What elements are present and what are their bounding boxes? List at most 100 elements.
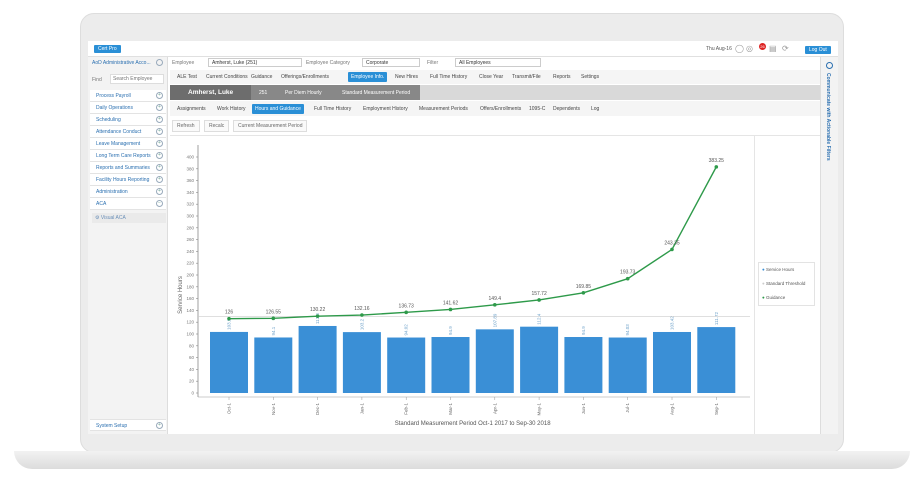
sidebar-item-system-setup[interactable]: System Setup + [90, 419, 166, 431]
bar-value-label: 94.9 [448, 326, 453, 335]
legend-label: Service Hours [765, 267, 795, 272]
find-label: Find [92, 77, 102, 83]
sidebar: AoD Administrative Acco... Find Process … [88, 57, 168, 434]
subtab-dependents[interactable]: Dependents [550, 104, 583, 114]
employee-category-select[interactable]: Corporate [362, 58, 420, 67]
x-tick-label: Apr-1 [492, 403, 497, 415]
tab-guidance[interactable]: Guidance [248, 72, 275, 82]
guidance-value-label: 383.25 [709, 158, 725, 164]
tab-ale-test[interactable]: ALE Test [174, 72, 200, 82]
subtab-full-time-history[interactable]: Full Time History [311, 104, 354, 114]
y-tick-label: 340 [186, 190, 194, 195]
cert-pro-button[interactable]: Cert Pro [94, 45, 121, 53]
user-icon[interactable]: ◯ [735, 44, 744, 53]
sidebar-item-scheduling[interactable]: Scheduling + [90, 114, 166, 126]
sidebar-subitem-visual-aca[interactable]: ⚙ Visual ACA [92, 213, 166, 223]
expand-icon[interactable]: + [156, 116, 163, 123]
employee-name: Amherst, Luke [170, 85, 251, 100]
subtab-employment-history[interactable]: Employment History [360, 104, 411, 114]
tab-offerings-enrollments[interactable]: Offerings/Enrollments [278, 72, 332, 82]
expand-icon[interactable]: + [156, 92, 163, 99]
expand-icon[interactable]: + [156, 188, 163, 195]
bar-Sep-1 [697, 327, 736, 393]
refresh-button[interactable]: Refresh [172, 120, 200, 132]
guidance-point [670, 247, 674, 252]
subtab-1095c[interactable]: 1095-C [526, 104, 548, 114]
bar-Nov-1 [254, 337, 293, 393]
legend-item-standard-threshold[interactable]: ● Standard Threshold [762, 281, 805, 286]
employee-type: Per Diem Hourly [285, 90, 322, 96]
subtab-offers-enrollments[interactable]: Offers/Enrollments [477, 104, 524, 114]
guidance-point [404, 310, 408, 315]
expand-icon[interactable]: + [156, 140, 163, 147]
subtab-work-history[interactable]: Work History [214, 104, 249, 114]
sidebar-item-process-payroll[interactable]: Process Payroll + [90, 90, 166, 102]
tab-employee-info[interactable]: Employee Info. [348, 72, 388, 82]
subtab-hours-and-guidance[interactable]: Hours and Guidance [252, 104, 304, 114]
guidance-value-label: 136.73 [399, 303, 415, 309]
account-settings-icon[interactable] [156, 59, 163, 66]
guidance-point [448, 307, 453, 312]
y-tick-label: 100 [186, 332, 194, 337]
search-employee-input[interactable] [110, 74, 164, 84]
notification-badge[interactable]: 26 [759, 43, 766, 50]
x-tick-label: May-1 [537, 403, 542, 416]
bar-Feb-1 [387, 337, 426, 393]
current-measurement-period-button[interactable]: Current Measurement Period [233, 120, 308, 132]
sidebar-item-label: Long Term Care Reports [96, 153, 151, 159]
app-screen: Cert Pro Thu Aug-16 ◯ ◎ 26 ▤ ⟳ Log Out A… [88, 41, 838, 434]
tab-close-year[interactable]: Close Year [476, 72, 506, 82]
sidebar-item-leave-management[interactable]: Leave Management + [90, 138, 166, 150]
tab-settings[interactable]: Settings [578, 72, 602, 82]
expand-icon[interactable]: + [156, 164, 163, 171]
y-tick-label: 300 [186, 214, 194, 219]
logout-button[interactable]: Log Out [805, 46, 831, 54]
employee-category-label: Employee Category [306, 60, 350, 66]
collapse-icon[interactable]: − [156, 200, 163, 207]
bar-Jun-1 [564, 337, 603, 393]
tab-full-time-history[interactable]: Full Time History [427, 72, 470, 82]
subtab-assignments[interactable]: Assignments [174, 104, 209, 114]
bar-May-1 [520, 326, 559, 393]
sidebar-item-attendance-conduct[interactable]: Attendance Conduct + [90, 126, 166, 138]
tab-new-hires[interactable]: New Hires [392, 72, 421, 82]
legend-item-service-hours[interactable]: ● Service Hours [762, 267, 794, 272]
tab-transmit-file[interactable]: Transmit/File [509, 72, 544, 82]
sidebar-item-facility-hours-reporting[interactable]: Facility Hours Reporting + [90, 174, 166, 186]
expand-icon[interactable]: + [156, 176, 163, 183]
sidebar-item-long-term-care-reports[interactable]: Long Term Care Reports + [90, 150, 166, 162]
expand-icon[interactable]: + [156, 152, 163, 159]
filter-select[interactable]: All Employees [455, 58, 541, 67]
sidebar-item-aca[interactable]: ACA − [90, 198, 166, 210]
expand-icon[interactable]: + [156, 128, 163, 135]
guidance-value-label: 149.4 [489, 296, 502, 302]
tab-current-conditions[interactable]: Current Conditions [203, 72, 251, 82]
tab-reports[interactable]: Reports [550, 72, 574, 82]
expand-icon[interactable]: + [156, 422, 163, 429]
expand-icon[interactable]: + [156, 104, 163, 111]
legend-item-guidance[interactable]: ● Guidance [762, 295, 785, 300]
subtab-bar: Assignments Work History Hours and Guida… [170, 101, 820, 116]
subtab-log[interactable]: Log [588, 104, 602, 114]
subtab-measurement-periods[interactable]: Measurement Periods [416, 104, 471, 114]
actionable-filters-link[interactable]: Communicate with Actionable Filters [825, 73, 831, 161]
document-icon[interactable]: ▤ [769, 44, 777, 53]
refresh-icon[interactable]: ⟳ [782, 44, 789, 53]
bar-value-label: 103.42 [670, 316, 675, 330]
info-icon[interactable] [826, 62, 833, 69]
tab-bar: ALE Test Current Conditions Guidance Off… [170, 70, 820, 84]
guidance-value-label: 130.22 [310, 307, 326, 313]
account-selector[interactable]: AoD Administrative Acco... [92, 60, 151, 66]
employee-select[interactable]: Amherst, Luke (251) [208, 58, 302, 67]
bar-value-label: 94.03 [625, 324, 630, 336]
sidebar-item-label: Administration [96, 189, 128, 195]
recalc-button[interactable]: Recalc [204, 120, 230, 132]
employee-label: Employee [172, 60, 195, 66]
sidebar-item-reports-and-summaries[interactable]: Reports and Summaries + [90, 162, 166, 174]
guidance-point [581, 290, 586, 295]
service-hours-chart: 0 20 40 60 80 100 120 140 160 180 200 220 240 260 280 3… [178, 145, 750, 427]
eye-icon[interactable]: ◎ [746, 44, 753, 53]
sidebar-item-daily-operations[interactable]: Daily Operations + [90, 102, 166, 114]
filter-label: Filter [427, 60, 439, 66]
sidebar-item-administration[interactable]: Administration + [90, 186, 166, 198]
